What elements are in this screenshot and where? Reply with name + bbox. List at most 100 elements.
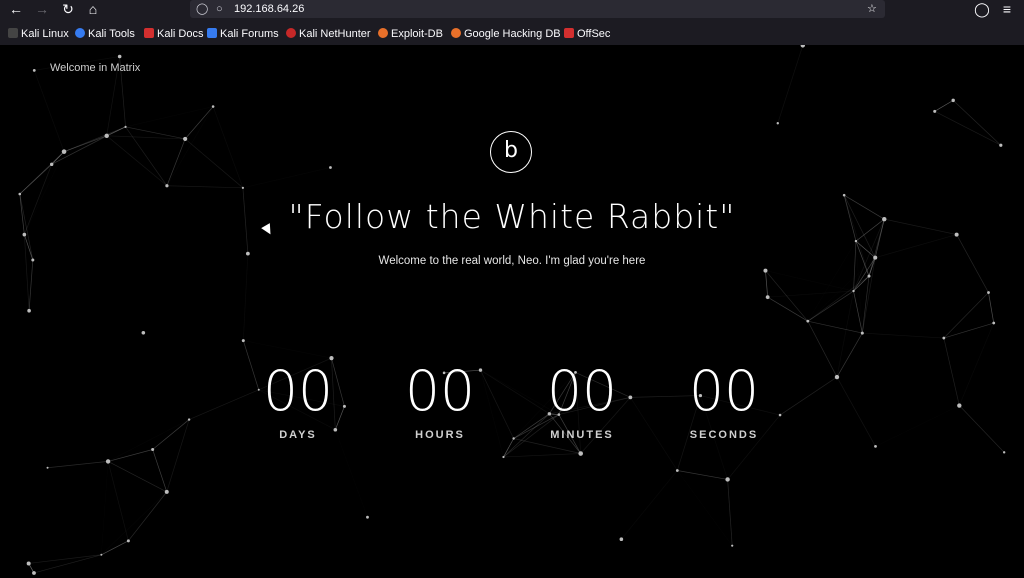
offsec-icon	[564, 28, 574, 38]
address-bar[interactable]: ◯ ○ 192.168.64.26 ☆	[190, 0, 885, 18]
network-link	[807, 320, 863, 334]
network-link	[836, 376, 876, 447]
browser-chrome: ← → ↻ ⌂ ◯ ○ 192.168.64.26 ☆ ◯ ≡ Kali Lin…	[0, 0, 1024, 45]
bookmark-kali-forums[interactable]: Kali Forums	[207, 26, 279, 42]
bookmark-star-icon[interactable]: ☆	[867, 1, 877, 17]
bookmarks-bar: Kali Linux Kali Tools Kali Docs Kali For…	[0, 24, 1024, 44]
network-node	[124, 125, 127, 128]
network-link	[581, 454, 622, 540]
url-text[interactable]: 192.168.64.26	[234, 1, 304, 17]
countdown-minutes-value: 00	[547, 359, 617, 423]
network-node	[165, 184, 169, 188]
network-link	[765, 270, 769, 298]
network-node	[852, 289, 855, 293]
kali-tools-icon	[75, 28, 85, 38]
exploit-db-icon	[378, 28, 388, 38]
pocket-icon[interactable]: ◯	[972, 0, 992, 18]
bookmark-kali-nethunter[interactable]: Kali NetHunter	[286, 26, 371, 42]
forward-arrow-icon[interactable]: →	[32, 0, 52, 18]
network-node	[874, 444, 877, 448]
network-link	[167, 107, 213, 186]
page-subtitle: Welcome to the real world, Neo. I'm glad…	[378, 255, 646, 267]
network-link	[503, 453, 581, 458]
page-content: Welcome in Matrix b "Follow the White Ra…	[0, 45, 1024, 578]
logo-badge: b	[490, 131, 532, 173]
network-link	[934, 111, 1001, 146]
bookmark-kali-tools[interactable]: Kali Tools	[75, 26, 135, 42]
bookmark-google-hacking-db[interactable]: Google Hacking DB	[451, 26, 561, 42]
network-node	[834, 374, 840, 380]
network-link	[152, 419, 190, 450]
network-link	[765, 270, 809, 322]
network-link	[28, 554, 102, 564]
network-link	[988, 292, 995, 324]
network-node	[512, 437, 515, 440]
bookmark-exploit-db[interactable]: Exploit-DB	[378, 26, 443, 42]
network-node	[32, 571, 36, 575]
bookmark-offsec[interactable]: OffSec	[564, 26, 610, 42]
network-link	[677, 470, 732, 545]
network-node	[1002, 451, 1006, 454]
countdown-days-label: DAYS	[279, 429, 317, 441]
countdown-seconds: 00 SECONDS	[669, 361, 779, 441]
network-node	[241, 339, 245, 343]
countdown-minutes-label: MINUTES	[550, 429, 614, 441]
menu-icon[interactable]: ≡	[997, 0, 1017, 18]
shield-icon[interactable]: ◯	[196, 1, 208, 17]
back-arrow-icon[interactable]: ←	[6, 0, 26, 18]
network-link	[47, 461, 109, 469]
countdown-hours-value: 00	[405, 359, 475, 423]
network-node	[765, 295, 770, 300]
network-link	[875, 406, 959, 447]
network-link	[807, 321, 838, 378]
browser-toolbar: ← → ↻ ⌂ ◯ ○ 192.168.64.26 ☆ ◯ ≡	[0, 0, 1024, 20]
network-node	[18, 192, 22, 196]
network-link	[621, 470, 677, 539]
network-link	[767, 290, 854, 298]
network-link	[107, 461, 129, 541]
network-link	[861, 276, 870, 334]
network-link	[28, 259, 34, 311]
network-node	[49, 162, 54, 167]
network-link	[243, 167, 331, 187]
network-link	[51, 126, 126, 165]
bookmark-kali-linux[interactable]: Kali Linux	[8, 26, 69, 42]
network-link	[777, 45, 804, 124]
countdown-days-value: 00	[263, 359, 333, 423]
network-node	[731, 544, 734, 547]
network-node	[776, 122, 779, 125]
network-link	[19, 151, 65, 195]
network-node	[164, 489, 169, 494]
network-link	[959, 323, 993, 405]
lock-icon[interactable]: ○	[216, 1, 223, 17]
network-link	[862, 332, 944, 339]
network-link	[836, 290, 854, 378]
bookmark-kali-docs[interactable]: Kali Docs	[144, 26, 203, 42]
kali-docs-icon	[144, 28, 154, 38]
network-link	[128, 491, 168, 542]
countdown-minutes: 00 MINUTES	[527, 361, 637, 441]
network-link	[243, 341, 331, 359]
network-node	[241, 186, 244, 189]
network-node	[806, 319, 810, 323]
network-node	[725, 477, 730, 482]
countdown-seconds-value: 00	[689, 359, 759, 423]
home-icon[interactable]: ⌂	[83, 0, 103, 18]
network-node	[187, 418, 191, 421]
network-node	[867, 274, 871, 278]
network-node	[141, 330, 146, 335]
network-node	[32, 68, 36, 72]
network-node	[942, 336, 946, 340]
corner-welcome-text: Welcome in Matrix	[50, 62, 141, 74]
network-link	[101, 461, 108, 554]
network-link	[767, 296, 808, 322]
network-node	[778, 413, 782, 417]
network-link	[108, 420, 189, 462]
reload-icon[interactable]: ↻	[58, 0, 78, 18]
network-link	[63, 126, 126, 152]
network-node	[854, 239, 858, 243]
network-link	[166, 138, 186, 186]
network-node	[329, 166, 332, 169]
network-node	[578, 451, 583, 456]
countdown-hours-label: HOURS	[415, 429, 465, 441]
